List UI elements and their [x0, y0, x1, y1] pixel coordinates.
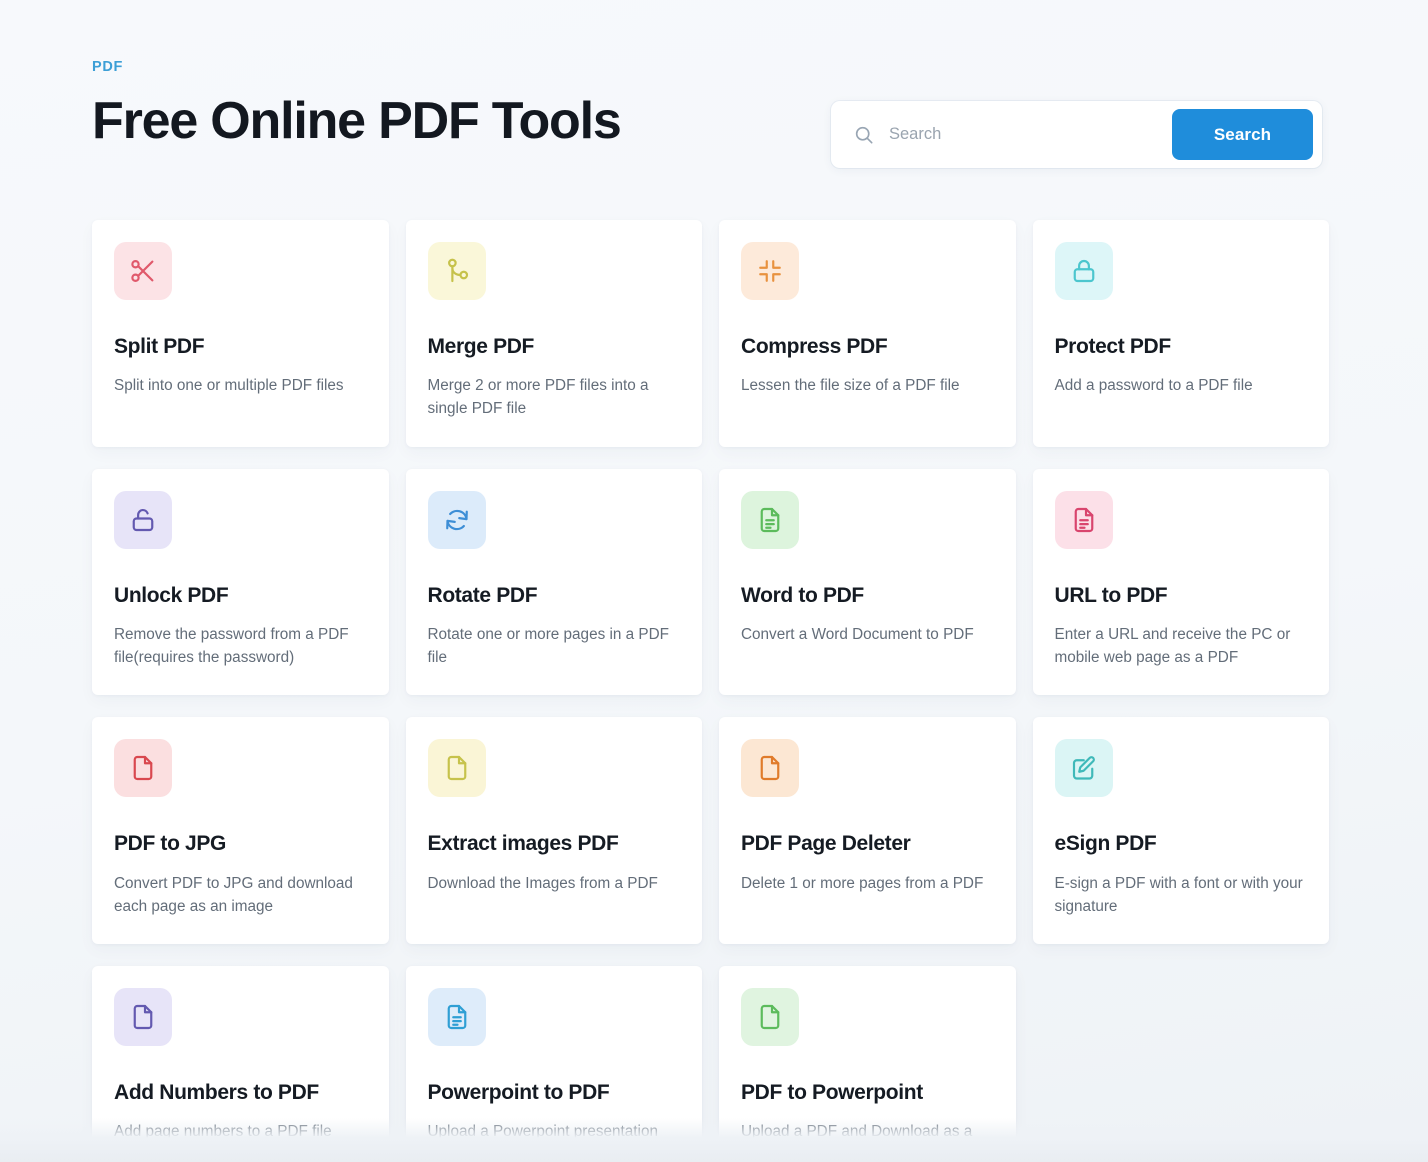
tool-title: Powerpoint to PDF [427, 1081, 610, 1105]
tool-card[interactable]: Unlock PDF Remove the password from a PDF… [92, 468, 389, 696]
tool-grid: Split PDF Split into one or multiple PDF … [92, 220, 1329, 1162]
blank-page-icon [427, 739, 486, 798]
tool-description: Upload a PDF and Download as a PowerPoin… [741, 1123, 973, 1162]
tool-title: Unlock PDF [114, 583, 229, 607]
page-eyebrow: PDF [92, 59, 124, 75]
tool-description: Merge 2 or more PDF files into a single … [427, 377, 649, 418]
tool-card[interactable]: eSign PDF E-sign a PDF with a font or wit… [1032, 717, 1329, 945]
tool-title: Compress PDF [741, 335, 888, 358]
search-icon [853, 124, 875, 146]
tool-card[interactable]: Protect PDF Add a password to a PDF file [1032, 220, 1329, 447]
tool-card[interactable]: PDF to Powerpoint Upload a PDF and Downlo… [719, 966, 1016, 1162]
tool-title: Extract images PDF [427, 832, 619, 856]
tool-card[interactable]: URL to PDF Enter a URL and receive the PC… [1032, 468, 1329, 696]
tool-description: Convert PDF to JPG and download each pag… [114, 874, 353, 915]
tool-card[interactable]: Rotate PDF Rotate one or more pages in a … [405, 468, 702, 696]
tool-card[interactable]: Merge PDF Merge 2 or more PDF files into … [405, 220, 702, 447]
tool-title: eSign PDF [1054, 832, 1157, 856]
tool-description: Download the Images from a PDF [427, 874, 658, 892]
blank-page-icon [114, 739, 172, 798]
compress-arrows-icon [741, 242, 799, 300]
tool-title: Merge PDF [427, 335, 535, 358]
search-input[interactable] [889, 101, 1172, 168]
tool-card[interactable]: Word to PDF Convert a Word Document to PD… [719, 468, 1016, 696]
tool-title: Protect PDF [1054, 335, 1172, 358]
document-lines-icon [741, 490, 799, 549]
tool-card[interactable]: Compress PDF Lessen the file size of a PD… [719, 220, 1016, 447]
scissors-icon [114, 242, 172, 300]
document-lines-icon [427, 988, 486, 1047]
tool-card[interactable]: Add Numbers to PDF Add page numbers to a … [92, 966, 389, 1162]
tool-description: Rotate one or more pages in a PDF file [427, 625, 669, 667]
blank-page-icon [114, 988, 172, 1047]
tool-description: Add page numbers to a PDF file [114, 1123, 332, 1141]
tool-description: Split into one or multiple PDF files [114, 377, 344, 395]
tool-title: Split PDF [114, 335, 205, 358]
tool-description: Convert a Word Document to PDF [741, 625, 974, 643]
search-button[interactable]: Search [1172, 109, 1313, 160]
tool-title: Add Numbers to PDF [114, 1081, 319, 1105]
tool-title: Word to PDF [741, 583, 864, 607]
blank-page-icon [741, 988, 799, 1047]
lock-closed-icon [1054, 242, 1113, 300]
lock-open-icon [114, 490, 172, 549]
tool-card[interactable]: Split PDF Split into one or multiple PDF … [92, 220, 389, 447]
tool-title: Rotate PDF [427, 583, 538, 607]
tool-title: PDF to Powerpoint [741, 1081, 923, 1105]
tool-description: Delete 1 or more pages from a PDF [741, 874, 984, 892]
tool-description: E-sign a PDF with a font or with your si… [1054, 874, 1303, 915]
tool-title: PDF to JPG [114, 832, 227, 856]
tool-card[interactable]: Extract images PDF Download the Images fr… [405, 717, 702, 945]
pdf-tools-page: PDF Free Online PDF Tools Search Split P… [0, 0, 1428, 1162]
search-bar: Search [831, 101, 1322, 168]
tool-description: Remove the password from a PDF file(requ… [114, 625, 349, 667]
document-lines-icon [1054, 490, 1113, 549]
edit-square-pencil-icon [1054, 739, 1113, 798]
blank-page-icon [741, 739, 799, 798]
tool-description: Upload a Powerpoint presentation an Down… [427, 1123, 658, 1162]
tool-description: Add a password to a PDF file [1054, 377, 1253, 395]
tool-title: URL to PDF [1054, 583, 1168, 607]
tool-card[interactable]: PDF Page Deleter Delete 1 or more pages f… [719, 717, 1016, 945]
refresh-rotate-icon [427, 490, 486, 549]
tool-description: Lessen the file size of a PDF file [741, 377, 960, 395]
tool-card[interactable]: PDF to JPG Convert PDF to JPG and downloa… [92, 717, 389, 945]
empty-grid-cell [1033, 966, 1330, 1162]
search-field[interactable] [831, 101, 1172, 168]
tool-description: Enter a URL and receive the PC or mobile… [1054, 625, 1291, 667]
tool-title: PDF Page Deleter [741, 832, 911, 856]
git-merge-icon [427, 242, 486, 300]
tool-card[interactable]: Powerpoint to PDF Upload a Powerpoint pre… [405, 966, 702, 1162]
